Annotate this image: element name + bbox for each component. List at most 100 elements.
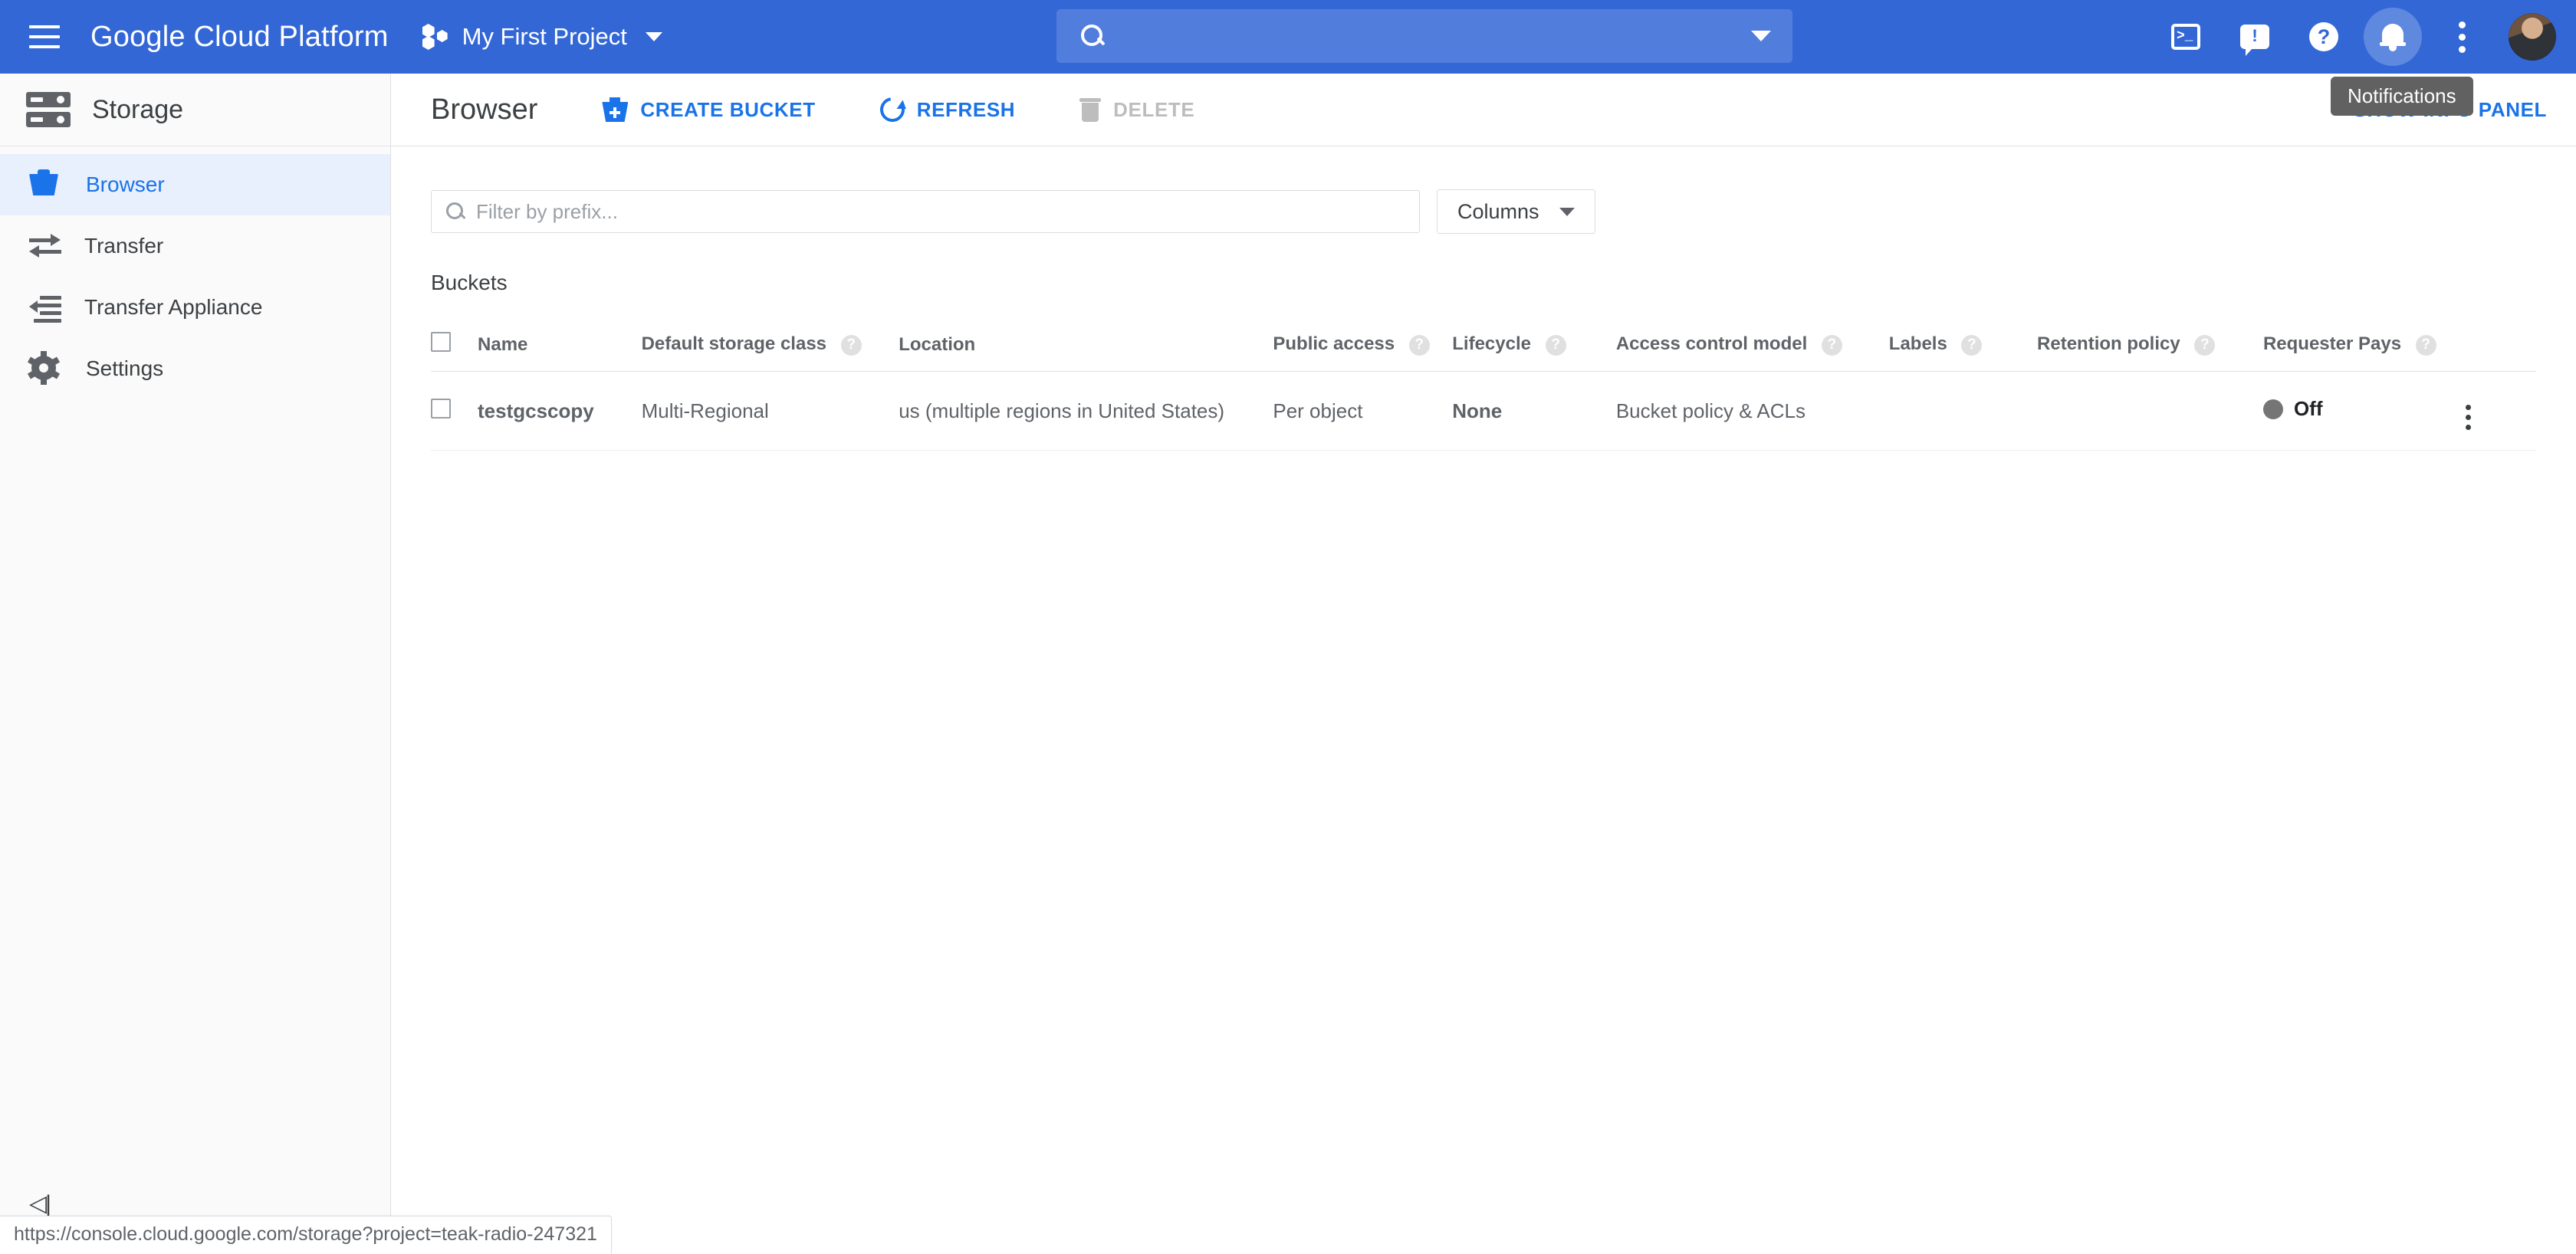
toggle-knob-icon xyxy=(2263,399,2283,419)
sidebar: Storage Browser Transfer Transfer Applia… xyxy=(0,74,391,1254)
select-all-checkbox[interactable] xyxy=(431,332,451,352)
column-header-access-control-model[interactable]: Access control model ? xyxy=(1616,321,1889,372)
delete-button: DELETE xyxy=(1079,97,1194,122)
sidebar-title: Storage xyxy=(92,95,183,125)
cell-storage-class: Multi-Regional xyxy=(642,372,899,451)
bucket-icon xyxy=(29,169,63,200)
prefix-filter[interactable] xyxy=(431,190,1420,233)
hamburger-icon[interactable] xyxy=(21,14,67,60)
cell-retention-policy xyxy=(2037,372,2263,451)
column-header-storage-class[interactable]: Default storage class ? xyxy=(642,321,899,372)
top-header-bar: Google Cloud Platform My First Project !… xyxy=(0,0,2576,74)
prefix-filter-input[interactable] xyxy=(476,200,1419,224)
help-icon[interactable]: ? xyxy=(2416,335,2436,356)
page-title: Browser xyxy=(431,94,537,126)
avatar[interactable] xyxy=(2509,13,2556,61)
cell-public-access: Per object xyxy=(1273,372,1452,451)
column-label: Retention policy xyxy=(2037,333,2180,354)
refresh-label: REFRESH xyxy=(917,98,1015,122)
delete-label: DELETE xyxy=(1113,98,1194,122)
notifications-tooltip: Notifications xyxy=(2331,77,2473,116)
brand-title: Google Cloud Platform xyxy=(90,21,389,54)
column-header-name[interactable]: Name xyxy=(478,321,642,372)
chevron-down-icon xyxy=(646,32,662,41)
status-bar-url: https://console.cloud.google.com/storage… xyxy=(0,1216,612,1254)
sidebar-nav: Browser Transfer Transfer Appliance xyxy=(0,146,390,399)
column-label: Labels xyxy=(1889,333,1947,354)
sidebar-item-label: Transfer Appliance xyxy=(84,295,262,320)
sidebar-item-transfer[interactable]: Transfer xyxy=(0,215,390,277)
column-header-menu xyxy=(2466,321,2536,372)
appliance-list-icon xyxy=(29,294,61,320)
filter-row: Columns xyxy=(431,189,2536,234)
storage-icon xyxy=(26,92,71,127)
help-icon[interactable]: ? xyxy=(1822,335,1842,356)
sidebar-item-settings[interactable]: Settings xyxy=(0,338,390,399)
help-icon[interactable]: ? xyxy=(2194,335,2215,356)
row-overflow-menu-icon[interactable] xyxy=(2466,405,2471,430)
row-checkbox[interactable] xyxy=(431,399,451,419)
help-icon[interactable]: ? xyxy=(1961,335,1982,356)
column-label: Lifecycle xyxy=(1452,333,1531,354)
column-header-labels[interactable]: Labels ? xyxy=(1889,321,2037,372)
sidebar-header: Storage xyxy=(0,74,390,146)
feedback-icon[interactable]: ! xyxy=(2226,8,2284,66)
columns-button[interactable]: Columns xyxy=(1437,189,1595,234)
help-icon[interactable]: ? xyxy=(1409,335,1430,356)
sidebar-item-label: Settings xyxy=(86,356,163,381)
buckets-section-label: Buckets xyxy=(431,271,2536,295)
column-label: Location xyxy=(899,334,975,355)
cell-location: us (multiple regions in United States) xyxy=(899,372,1273,451)
global-search-box[interactable] xyxy=(1056,9,1792,63)
notifications-bell-icon[interactable] xyxy=(2364,8,2422,66)
cloud-shell-icon[interactable] xyxy=(2157,8,2215,66)
gear-icon xyxy=(29,353,63,384)
table-row[interactable]: testgcscopy Multi-Regional us (multiple … xyxy=(431,372,2536,451)
column-header-lifecycle[interactable]: Lifecycle ? xyxy=(1452,321,1616,372)
sidebar-item-label: Browser xyxy=(86,172,165,197)
transfer-arrows-icon xyxy=(29,233,61,259)
buckets-table: Name Default storage class ? Location Pu… xyxy=(431,321,2536,451)
requester-pays-state-label: Off xyxy=(2294,397,2323,421)
collapse-sidebar-icon[interactable]: ◁| xyxy=(29,1190,50,1217)
table-header-row: Name Default storage class ? Location Pu… xyxy=(431,321,2536,372)
cell-lifecycle[interactable]: None xyxy=(1452,372,1616,451)
cell-row-menu xyxy=(2466,372,2536,451)
project-icon xyxy=(422,24,452,50)
column-label: Public access xyxy=(1273,333,1395,354)
sidebar-item-label: Transfer xyxy=(84,234,163,258)
search-icon xyxy=(1079,23,1106,49)
column-header-location[interactable]: Location xyxy=(899,321,1273,372)
search-icon xyxy=(445,202,465,222)
help-icon[interactable]: ? xyxy=(2295,8,2353,66)
more-options-icon[interactable] xyxy=(2433,8,2491,66)
select-all-header xyxy=(431,321,478,372)
chevron-down-icon xyxy=(1559,208,1575,216)
cell-labels xyxy=(1889,372,2037,451)
column-label: Requester Pays xyxy=(2263,333,2401,354)
column-header-requester-pays[interactable]: Requester Pays ? xyxy=(2263,321,2466,372)
column-header-retention-policy[interactable]: Retention policy ? xyxy=(2037,321,2263,372)
refresh-icon xyxy=(875,93,909,127)
new-bucket-icon xyxy=(602,97,628,122)
search-dropdown-icon[interactable] xyxy=(1751,31,1771,41)
refresh-button[interactable]: REFRESH xyxy=(880,97,1015,122)
search-input[interactable] xyxy=(1119,24,1751,48)
cell-requester-pays: Off xyxy=(2263,372,2466,451)
columns-label: Columns xyxy=(1457,200,1539,224)
requester-pays-toggle[interactable]: Off xyxy=(2263,397,2323,421)
help-icon[interactable]: ? xyxy=(1546,335,1566,356)
row-select-cell xyxy=(431,372,478,451)
create-bucket-button[interactable]: CREATE BUCKET xyxy=(602,97,815,122)
main-content: Browser CREATE BUCKET REFRESH DELETE SHO… xyxy=(391,74,2576,1254)
cell-bucket-name[interactable]: testgcscopy xyxy=(478,372,642,451)
cell-access-control-model: Bucket policy & ACLs xyxy=(1616,372,1889,451)
create-bucket-label: CREATE BUCKET xyxy=(640,98,815,122)
sidebar-item-browser[interactable]: Browser xyxy=(0,154,390,215)
project-selector[interactable]: My First Project xyxy=(422,14,662,60)
sidebar-item-transfer-appliance[interactable]: Transfer Appliance xyxy=(0,277,390,338)
column-header-public-access[interactable]: Public access ? xyxy=(1273,321,1452,372)
help-icon[interactable]: ? xyxy=(841,335,862,356)
column-label: Access control model xyxy=(1616,333,1807,354)
content-toolbar: Browser CREATE BUCKET REFRESH DELETE SHO… xyxy=(391,74,2576,146)
